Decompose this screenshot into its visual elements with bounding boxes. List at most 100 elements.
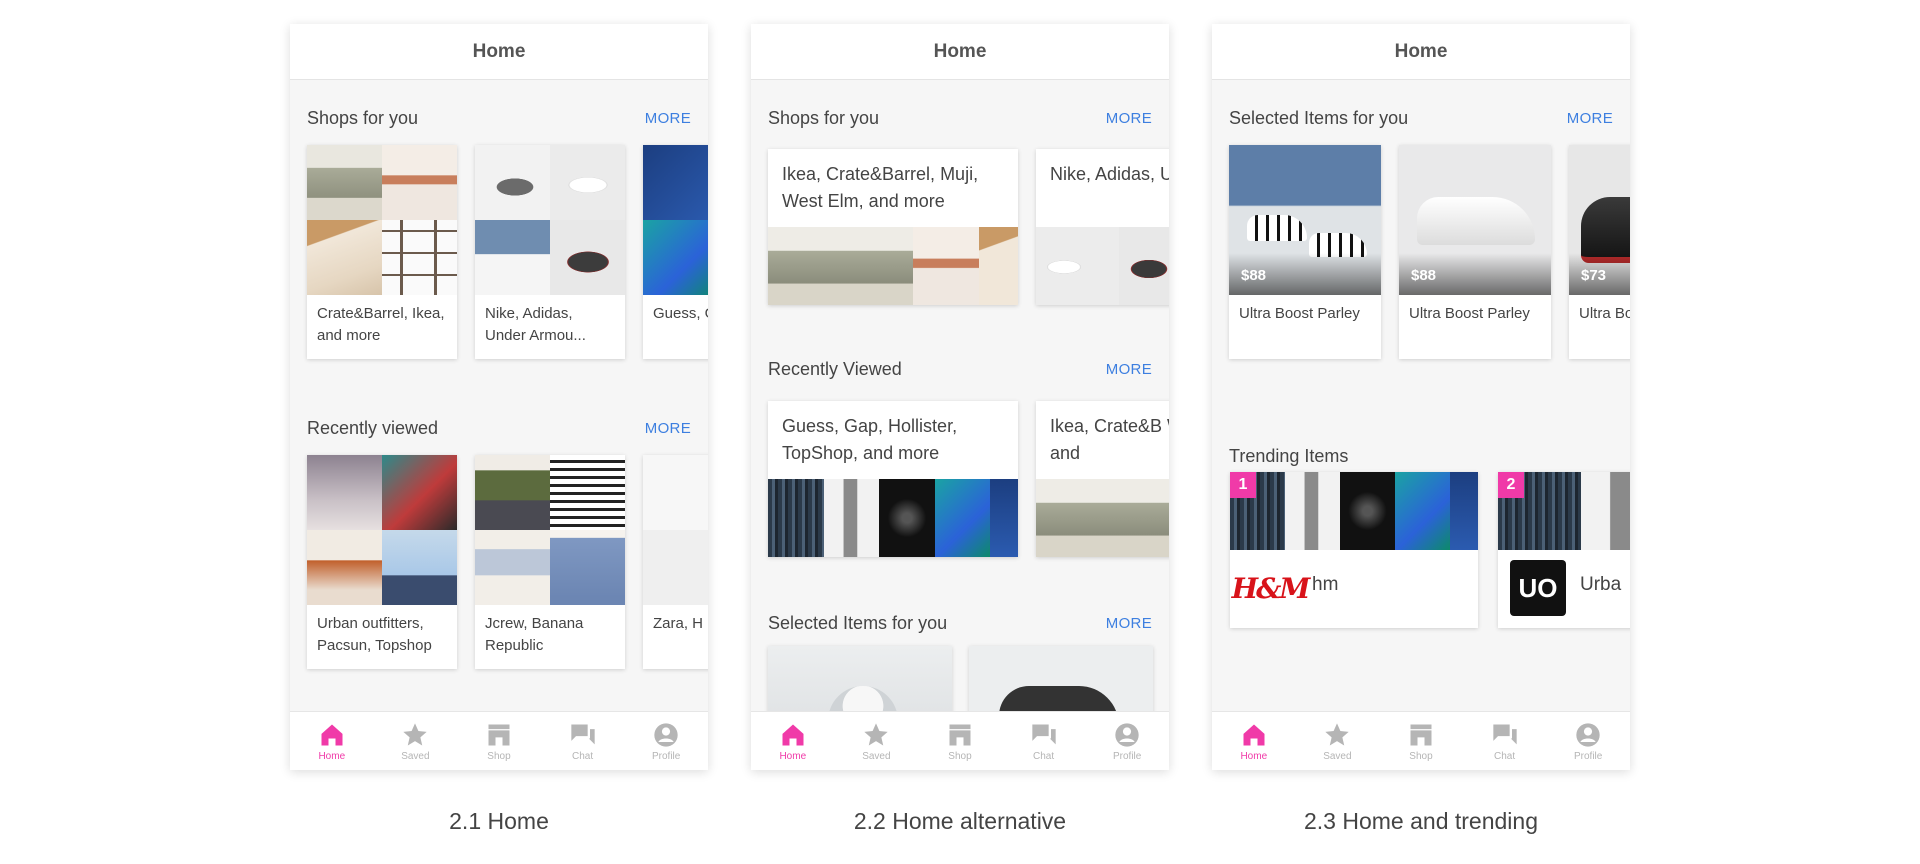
- tab-label: Home: [318, 750, 346, 762]
- shop-icon: [1410, 724, 1432, 745]
- section-header: Trending Items: [1229, 446, 1613, 467]
- section-header: Shops for you MORE: [768, 108, 1152, 129]
- screen-caption: 2.3 Home and trending: [1304, 808, 1538, 834]
- tab-label: Chat: [572, 750, 594, 762]
- more-link[interactable]: MORE: [1106, 361, 1152, 378]
- tab-label: Shop: [487, 750, 511, 762]
- tab-bar: Home Saved Shop Chat Profile: [290, 711, 708, 770]
- recent-image-grid: [643, 455, 708, 605]
- item-card[interactable]: $88 Ultra Boost Parley: [1229, 145, 1381, 359]
- shop-icon: [488, 724, 510, 745]
- shop-card[interactable]: Crate&Barrel, Ikea, and more: [307, 145, 457, 359]
- header-title: Home: [290, 24, 708, 80]
- chat-icon: [1031, 724, 1056, 744]
- screen-caption: 2.1 Home: [449, 808, 549, 834]
- chat-icon: [1492, 724, 1517, 744]
- tab-saved[interactable]: Saved: [835, 712, 919, 770]
- item-name: Ultra Bo Parley: [1579, 305, 1630, 322]
- tab-label: Saved: [1323, 750, 1352, 762]
- recent-card[interactable]: Urban outfitters, Pacsun, Topshop: [307, 455, 457, 669]
- tab-chat[interactable]: Chat: [1463, 712, 1547, 770]
- recent-image-grid: [307, 455, 457, 605]
- tab-bar: Home Saved Shop Chat Profile: [1212, 711, 1630, 770]
- more-link[interactable]: MORE: [1567, 110, 1613, 127]
- screen-home-trending: Home Selected Items for you MORE $88 Ult…: [1212, 24, 1630, 770]
- tab-profile[interactable]: Profile: [1546, 712, 1630, 770]
- section-title: Selected Items for you: [768, 613, 948, 633]
- item-card[interactable]: $88 Ultra Boost Parley: [1399, 145, 1551, 359]
- shop-card[interactable]: Ikea, Crate&Barrel, Muji, West Elm, and …: [768, 149, 1018, 305]
- screen-home: Home Shops for you MORE Crate&Barrel, Ik…: [290, 24, 708, 770]
- card-caption: Jcrew, Banana Republic: [485, 615, 584, 654]
- card-caption: Nike, Adidas, UnderArmou: [1050, 164, 1169, 184]
- tab-label: Profile: [1112, 750, 1142, 762]
- shop-card[interactable]: Nike, Adidas, UnderArmou: [1036, 149, 1169, 305]
- shop-card[interactable]: Guess, G Topshop: [643, 145, 708, 359]
- brand-name: hm: [1312, 574, 1339, 595]
- recent-card[interactable]: Jcrew, Banana Republic: [475, 455, 625, 669]
- price-tag: $73: [1569, 253, 1630, 295]
- item-card[interactable]: $73 Ultra Bo Parley: [1569, 145, 1630, 359]
- tab-label: Profile: [1573, 750, 1603, 762]
- profile-icon: [1576, 722, 1600, 747]
- home-icon: [782, 724, 804, 745]
- recent-card[interactable]: Guess, Gap, Hollister, TopShop, and more: [768, 401, 1018, 557]
- tab-label: Shop: [948, 750, 972, 762]
- card-caption: Guess, G Topshop: [653, 305, 708, 322]
- more-link[interactable]: MORE: [1106, 615, 1152, 632]
- tab-saved[interactable]: Saved: [374, 712, 458, 770]
- section-title: Selected Items for you: [1229, 108, 1409, 128]
- header-title: Home: [1212, 24, 1630, 80]
- tab-home[interactable]: Home: [290, 712, 374, 770]
- profile-icon: [654, 722, 678, 747]
- tab-saved[interactable]: Saved: [1296, 712, 1380, 770]
- home-icon: [321, 724, 343, 745]
- recent-card[interactable]: Zara, H: [643, 455, 708, 669]
- tab-label: Chat: [1033, 750, 1055, 762]
- hm-logo-text: H&M: [1231, 571, 1311, 605]
- chat-icon: [570, 724, 595, 744]
- tab-shop[interactable]: Shop: [457, 712, 541, 770]
- tab-profile[interactable]: Profile: [1085, 712, 1169, 770]
- brand-logo: UO: [1510, 560, 1566, 616]
- tab-profile[interactable]: Profile: [624, 712, 708, 770]
- trending-card[interactable]: 2 UO Urba: [1498, 472, 1630, 628]
- section-title: Recently viewed: [307, 418, 439, 438]
- section-title: Trending Items: [1229, 446, 1349, 466]
- tab-label: Shop: [1409, 750, 1433, 762]
- shop-card[interactable]: Nike, Adidas, Under Armou...: [475, 145, 625, 359]
- brand-logo: H&M: [1232, 560, 1311, 616]
- card-caption: Crate&Barrel, Ikea, and more: [317, 305, 445, 344]
- card-caption: Nike, Adidas, Under Armou...: [485, 305, 586, 344]
- tab-label: Saved: [862, 750, 891, 762]
- tab-chat[interactable]: Chat: [541, 712, 625, 770]
- tab-chat[interactable]: Chat: [1002, 712, 1086, 770]
- rank-badge: 2: [1498, 472, 1524, 498]
- uo-logo-text: UO: [1518, 572, 1558, 603]
- section-header: Recently Viewed MORE: [768, 359, 1152, 380]
- section-header: Shops for you MORE: [307, 108, 691, 129]
- section-title: Recently Viewed: [768, 359, 902, 379]
- more-link[interactable]: MORE: [645, 110, 691, 127]
- recent-image-grid: [475, 455, 625, 605]
- trending-card[interactable]: 1 H&M hm: [1230, 472, 1478, 628]
- profile-icon: [1115, 722, 1139, 747]
- tab-shop[interactable]: Shop: [918, 712, 1002, 770]
- recent-card[interactable]: Ikea, Crate&B West Elm, and: [1036, 401, 1169, 557]
- tab-bar: Home Saved Shop Chat Profile: [751, 711, 1169, 770]
- card-caption: Ikea, Crate&Barrel, Muji, West Elm, and …: [782, 164, 979, 211]
- brand-name: Urba: [1580, 574, 1622, 595]
- tab-home[interactable]: Home: [1212, 712, 1296, 770]
- shop-image-grid: [643, 145, 708, 295]
- shop-icon: [949, 724, 971, 745]
- shop-image-grid: [307, 145, 457, 295]
- price-tag: $88: [1399, 253, 1551, 295]
- tab-shop[interactable]: Shop: [1379, 712, 1463, 770]
- tab-home[interactable]: Home: [751, 712, 835, 770]
- tab-label: Chat: [1494, 750, 1516, 762]
- star-icon: [1325, 722, 1350, 745]
- more-link[interactable]: MORE: [645, 420, 691, 437]
- more-link[interactable]: MORE: [1106, 110, 1152, 127]
- card-caption: Zara, H: [653, 615, 704, 632]
- tab-label: Home: [1240, 750, 1268, 762]
